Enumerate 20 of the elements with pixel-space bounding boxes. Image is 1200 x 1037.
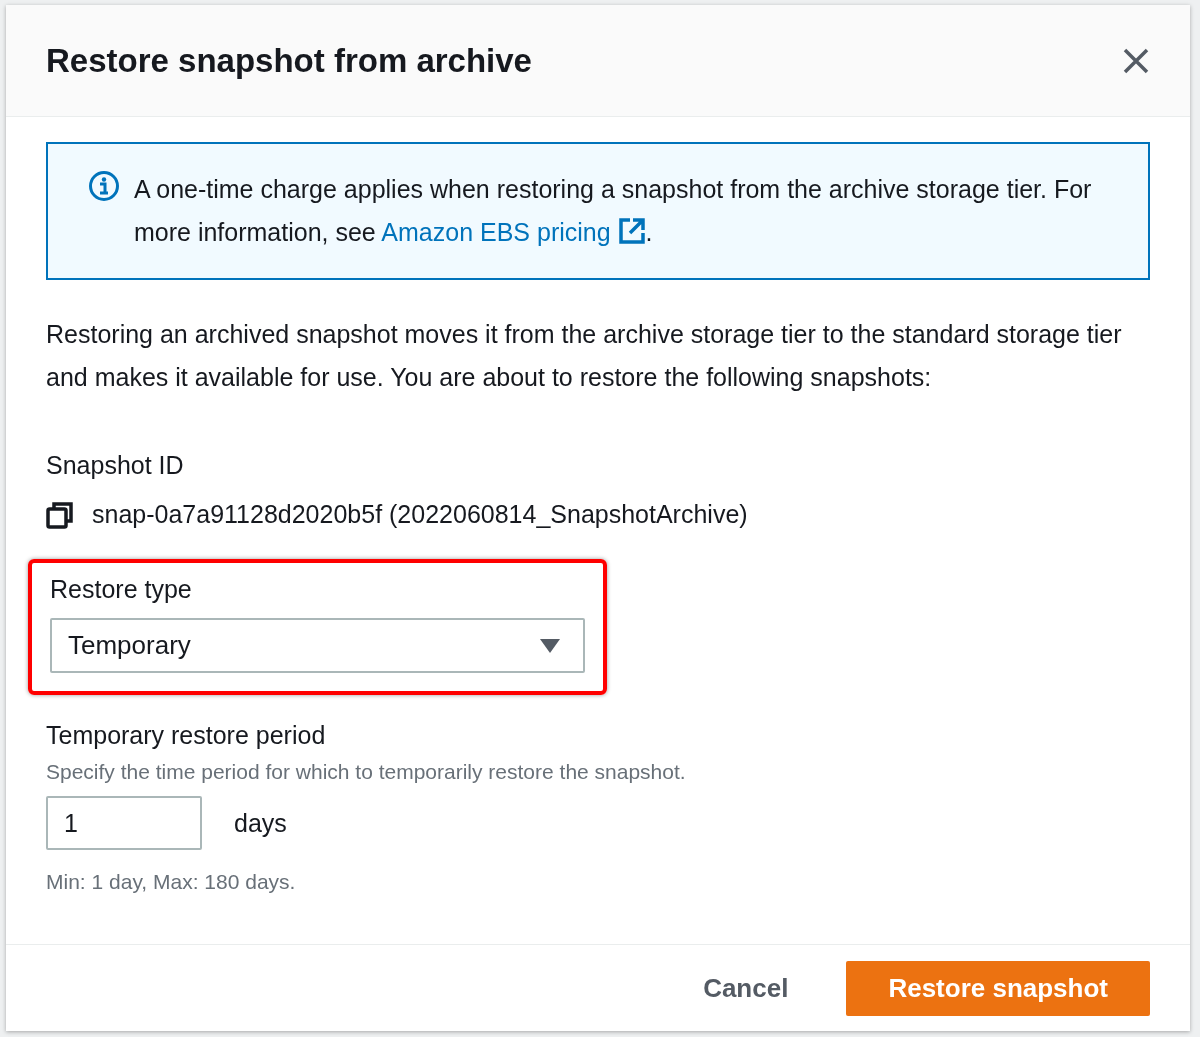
close-icon xyxy=(1122,46,1150,75)
alert-message: A one-time charge applies when restoring a snapshot from the archive storage tier. For more information, see Amazon EBS pricing . xyxy=(134,174,1093,248)
constraint-text: Min: 1 day, Max: 180 days. xyxy=(46,870,297,894)
close-button[interactable] xyxy=(1122,46,1150,75)
info-icon xyxy=(88,170,120,202)
external-link-icon xyxy=(617,217,646,245)
field-label: Restore type xyxy=(50,575,193,604)
unit-label: days xyxy=(234,808,287,838)
field-description: Specify the time period for which to temporarily restore the snapshot. xyxy=(46,760,687,784)
copy-icon[interactable] xyxy=(46,500,74,529)
restore-type-dropdown[interactable]: Temporary xyxy=(50,618,585,673)
field-label: Temporary restore period xyxy=(46,721,327,750)
dialog-title: Restore snapshot from archive xyxy=(46,41,532,80)
pricing-link[interactable]: Amazon EBS pricing xyxy=(381,218,646,246)
snapshot-id-value: snap-0a7a91128d2020b5f (2022060814_SnapshotArchive) xyxy=(92,500,748,529)
caret-icon xyxy=(539,637,561,654)
description-text: Restoring an archived snapshot moves it from the archive storage tier to the standard storage tier and makes it available for use. You are about to restore the following snapshots: xyxy=(46,319,1123,393)
field-label: Snapshot ID xyxy=(46,451,185,480)
days-input-field[interactable]: 1 xyxy=(46,796,202,850)
cancel-button[interactable]: Cancel xyxy=(703,972,789,1004)
